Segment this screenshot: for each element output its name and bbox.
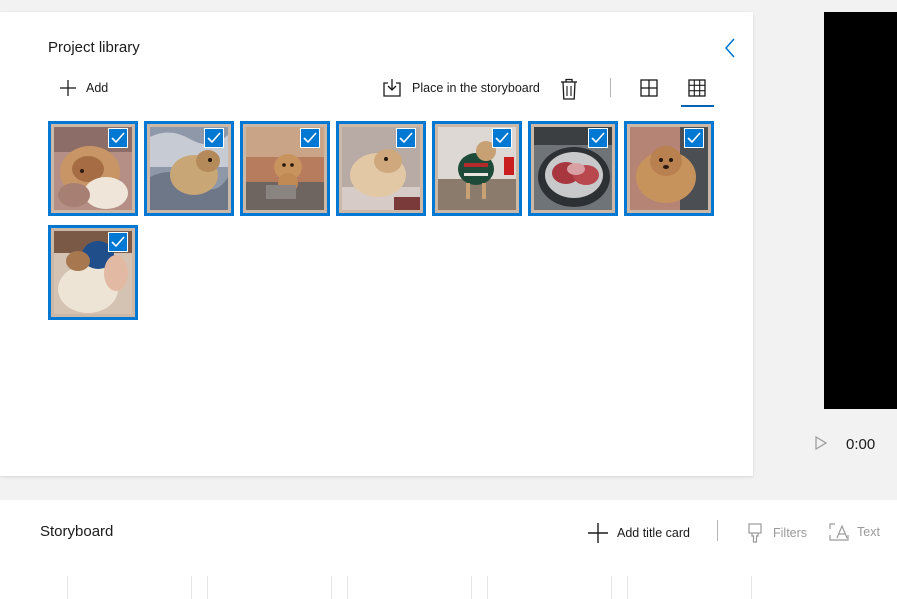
checkmark-icon bbox=[399, 132, 413, 144]
selected-checkbox[interactable] bbox=[492, 128, 512, 148]
filters-button[interactable]: Filters bbox=[747, 523, 807, 543]
selected-checkbox[interactable] bbox=[108, 128, 128, 148]
selected-checkbox[interactable] bbox=[204, 128, 224, 148]
trash-icon bbox=[561, 78, 577, 100]
storyboard-slot[interactable] bbox=[348, 576, 471, 599]
media-thumbnail[interactable] bbox=[336, 121, 426, 216]
media-thumbnail[interactable] bbox=[432, 121, 522, 216]
checkmark-icon bbox=[111, 132, 125, 144]
large-grid-icon bbox=[640, 79, 658, 97]
text-button[interactable]: Text bbox=[829, 523, 880, 541]
storyboard-slot[interactable] bbox=[628, 576, 751, 599]
media-thumbnail[interactable] bbox=[624, 121, 714, 216]
storyboard-toolbar-divider bbox=[717, 520, 718, 541]
text-label: Text bbox=[857, 525, 880, 539]
video-preview[interactable] bbox=[824, 12, 897, 409]
media-thumbnail[interactable] bbox=[48, 121, 138, 216]
storyboard-panel: Storyboard Add title card Filters Text bbox=[0, 500, 897, 599]
checkmark-icon bbox=[591, 132, 605, 144]
media-thumbnail[interactable] bbox=[48, 225, 138, 320]
selected-checkbox[interactable] bbox=[108, 232, 128, 252]
add-title-card-label: Add title card bbox=[617, 526, 690, 540]
place-in-storyboard-label: Place in the storyboard bbox=[412, 81, 540, 95]
storyboard-title: Storyboard bbox=[40, 523, 114, 540]
add-button-label: Add bbox=[86, 81, 109, 95]
checkmark-icon bbox=[303, 132, 317, 144]
checkmark-icon bbox=[207, 132, 221, 144]
place-in-storyboard-button[interactable]: Place in the storyboard bbox=[382, 76, 540, 100]
delete-button[interactable] bbox=[558, 76, 580, 102]
collapse-library-button[interactable] bbox=[716, 34, 744, 62]
play-button[interactable] bbox=[812, 434, 830, 452]
playback-time: 0:00 bbox=[846, 436, 876, 453]
selected-checkbox[interactable] bbox=[396, 128, 416, 148]
small-grid-icon bbox=[688, 79, 706, 97]
checkmark-icon bbox=[111, 236, 125, 248]
selected-view-indicator bbox=[681, 105, 714, 107]
add-button[interactable]: Add bbox=[60, 78, 108, 98]
small-thumbnails-view-button[interactable] bbox=[684, 76, 710, 100]
storyboard-slot[interactable] bbox=[488, 576, 611, 599]
selected-checkbox[interactable] bbox=[684, 128, 704, 148]
plus-icon bbox=[60, 80, 76, 96]
media-thumbnail[interactable] bbox=[144, 121, 234, 216]
storyboard-slot[interactable] bbox=[68, 576, 191, 599]
plus-icon bbox=[588, 523, 608, 543]
checkmark-icon bbox=[687, 132, 701, 144]
large-thumbnails-view-button[interactable] bbox=[636, 76, 662, 100]
selected-checkbox[interactable] bbox=[300, 128, 320, 148]
checkmark-icon bbox=[495, 132, 509, 144]
chevron-left-icon bbox=[724, 38, 735, 58]
selected-checkbox[interactable] bbox=[588, 128, 608, 148]
filters-icon bbox=[748, 523, 762, 543]
text-icon bbox=[829, 523, 849, 541]
add-title-card-button[interactable]: Add title card bbox=[588, 522, 690, 544]
place-in-storyboard-icon bbox=[383, 79, 401, 97]
storyboard-slot[interactable] bbox=[208, 576, 331, 599]
filters-label: Filters bbox=[773, 526, 808, 540]
media-thumbnail[interactable] bbox=[528, 121, 618, 216]
play-icon bbox=[815, 436, 827, 450]
project-library-title: Project library bbox=[48, 39, 140, 56]
media-thumbnail[interactable] bbox=[240, 121, 330, 216]
toolbar-divider bbox=[610, 78, 611, 97]
